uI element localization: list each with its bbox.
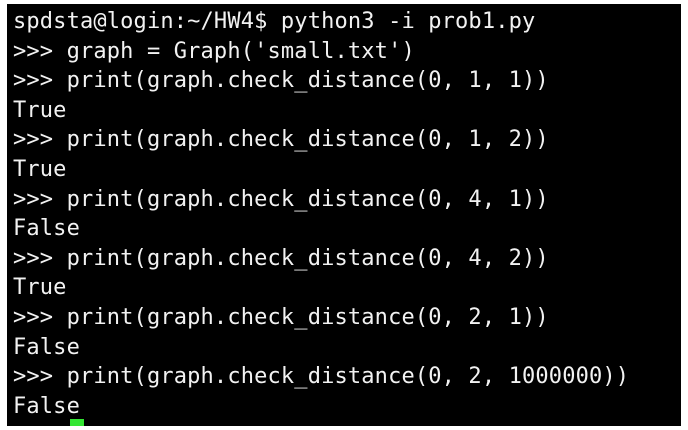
terminal-output: spdsta@login:~/HW4$ python3 -i prob1.py …	[13, 7, 629, 421]
repl-input-line: >>> print(graph.check_distance(0, 1, 1))	[13, 68, 549, 94]
repl-input-line: >>> graph = Graph('small.txt')	[13, 38, 415, 64]
repl-output-line: False	[13, 334, 80, 360]
terminal-cursor	[70, 419, 84, 426]
terminal-window[interactable]: spdsta@login:~/HW4$ python3 -i prob1.py …	[7, 4, 681, 426]
repl-output-line: True	[13, 156, 67, 182]
repl-output-line: False	[13, 216, 80, 242]
repl-input-line: >>> print(graph.check_distance(0, 1, 2))	[13, 127, 549, 153]
repl-input-line: >>> print(graph.check_distance(0, 2, 100…	[13, 364, 630, 390]
repl-output-line: True	[13, 275, 67, 301]
repl-input-line: >>> print(graph.check_distance(0, 4, 2))	[13, 245, 549, 271]
shell-command-line: spdsta@login:~/HW4$ python3 -i prob1.py	[13, 9, 536, 34]
repl-output-line: True	[13, 97, 67, 123]
repl-output-line: False	[13, 393, 80, 419]
repl-input-line: >>> print(graph.check_distance(0, 2, 1))	[13, 304, 549, 330]
repl-input-line: >>> print(graph.check_distance(0, 4, 1))	[13, 186, 549, 212]
